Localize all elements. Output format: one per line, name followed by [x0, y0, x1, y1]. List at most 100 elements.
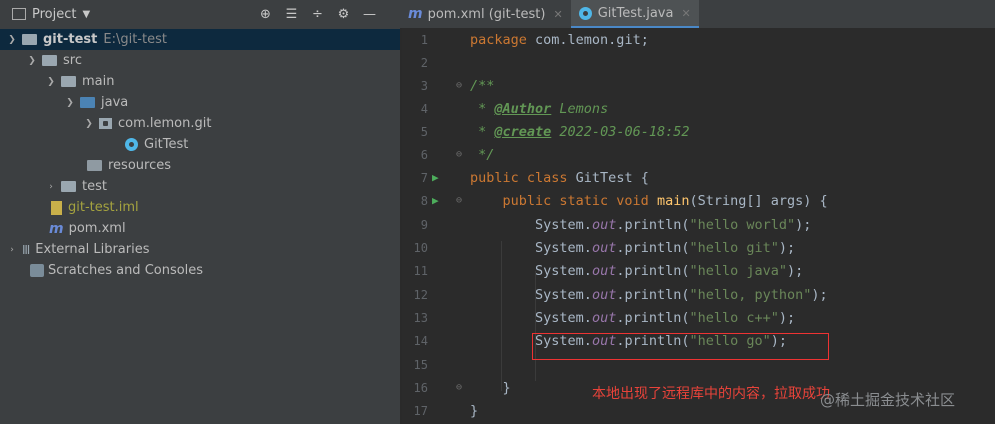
field-ref: out [591, 310, 617, 326]
string-literal: "hello world" [689, 217, 796, 233]
code-text: .println( [616, 263, 690, 279]
doc-comment: * [470, 101, 495, 117]
line-number: 11 [413, 264, 428, 278]
tree-item-label: java [101, 95, 129, 110]
maven-icon: m [408, 6, 423, 22]
line-number: 9 [420, 218, 428, 232]
tree-item-pom[interactable]: m pom.xml [0, 218, 400, 239]
line-number: 12 [413, 288, 428, 302]
field-ref: out [591, 240, 617, 256]
collapse-all-icon[interactable]: ÷ [310, 7, 325, 22]
line-number: 1 [420, 33, 428, 47]
tree-item-path: E:\git-test [103, 32, 167, 47]
java-class-icon [125, 138, 138, 151]
tree-item-package[interactable]: ❯ com.lemon.git [0, 113, 400, 134]
tree-item-label: GitTest [144, 137, 189, 152]
project-title: Project [32, 6, 77, 22]
chevron-down-icon[interactable]: ❯ [83, 119, 95, 129]
chevron-down-icon[interactable]: ❯ [6, 35, 18, 45]
tree-item-label: src [63, 53, 82, 68]
tree-item-src[interactable]: ❯ src [0, 50, 400, 71]
keyword: public class [470, 170, 568, 186]
tree-item-main[interactable]: ❯ main [0, 71, 400, 92]
fold-icon[interactable]: ⊖ [456, 80, 462, 91]
expand-all-icon[interactable]: ☰ [284, 7, 299, 22]
java-class-icon [578, 6, 592, 20]
hide-icon[interactable]: — [362, 7, 377, 22]
code-line: 4 * @Author Lemons [402, 98, 995, 121]
chevron-down-icon[interactable]: ❯ [64, 98, 76, 108]
code-text: ); [795, 217, 812, 233]
code-line: 1 package com.lemon.git; [402, 29, 995, 52]
keyword: public static void [502, 193, 649, 209]
keyword: package [470, 32, 527, 48]
code-editor[interactable]: 1 package com.lemon.git; 2 3 ⊖ /** 4 * @… [402, 28, 995, 424]
tree-item-gittest[interactable]: GitTest [0, 134, 400, 155]
tab-gittest-java[interactable]: GitTest.java ✕ [570, 0, 699, 28]
doc-tag: @create [494, 124, 552, 140]
code-text: com.lemon.git; [526, 32, 649, 48]
fold-icon[interactable]: ⊖ [456, 382, 462, 393]
tree-item-git-test[interactable]: ❯ git-test E:\git-test [0, 29, 400, 50]
tree-item-label: com.lemon.git [118, 116, 212, 131]
code-line: 9 System.out.println("hello world"); [402, 214, 995, 237]
code-text: .println( [616, 287, 690, 303]
line-number: 8 [420, 194, 428, 208]
highlight-box [532, 333, 829, 360]
run-icon[interactable]: ▶ [432, 194, 439, 207]
locate-icon[interactable]: ⊕ [258, 7, 273, 22]
code-line: 6 ⊖ */ [402, 144, 995, 167]
gear-icon[interactable]: ⚙ [336, 7, 351, 22]
tree-item-label: git-test [43, 32, 98, 47]
code-text: ); [811, 287, 828, 303]
tree-item-scratches[interactable]: Scratches and Consoles [0, 260, 400, 281]
tab-label: GitTest.java [597, 5, 674, 21]
code-text: .println( [616, 240, 690, 256]
maven-icon: m [49, 220, 64, 237]
doc-comment: 2022-03-06-18:52 [551, 124, 690, 140]
close-icon[interactable]: ✕ [553, 8, 562, 21]
tab-pom-xml[interactable]: m pom.xml (git-test) ✕ [400, 0, 571, 28]
tree-item-iml[interactable]: git-test.iml [0, 197, 400, 218]
annotation-text: 本地出现了远程库中的内容，拉取成功 [592, 386, 830, 402]
chevron-down-icon[interactable]: ❯ [45, 77, 57, 87]
doc-tag: @Author [494, 101, 552, 117]
chevron-down-icon[interactable]: ❯ [26, 56, 38, 66]
tree-item-test[interactable]: › test [0, 176, 400, 197]
libraries-icon: Ⅲ [22, 242, 30, 257]
top-bar: Project ▼ ⊕ ☰ ÷ ⚙ — m pom.xml (git-test)… [0, 0, 995, 29]
string-literal: "hello, python" [689, 287, 812, 303]
tree-item-resources[interactable]: resources [0, 155, 400, 176]
code-text: System. [535, 287, 592, 303]
code-line: 10 System.out.println("hello git"); [402, 237, 995, 260]
line-number: 14 [413, 334, 428, 348]
close-icon[interactable]: ✕ [681, 7, 690, 20]
fold-icon[interactable]: ⊖ [456, 149, 462, 160]
code-line: 5 * @create 2022-03-06-18:52 [402, 121, 995, 144]
project-tree: ❯ git-test E:\git-test ❯ src ❯ main ❯ ja… [0, 28, 400, 424]
code-line: 7 ▶ public class GitTest { [402, 167, 995, 190]
code-text: ); [778, 310, 796, 326]
tab-label: pom.xml (git-test) [427, 6, 546, 22]
project-icon [12, 8, 26, 20]
field-ref: out [591, 263, 617, 279]
code-text: System. [535, 240, 592, 256]
code-text: .println( [616, 217, 690, 233]
code-text: System. [535, 310, 592, 326]
code-line: 8 ▶ ⊖ public static void main(String[] a… [402, 190, 995, 213]
code-line: 3 ⊖ /** [402, 75, 995, 98]
line-number: 5 [420, 125, 428, 139]
fold-icon[interactable]: ⊖ [456, 195, 462, 206]
chevron-right-icon[interactable]: › [45, 182, 57, 192]
editor-tabs: m pom.xml (git-test) ✕ GitTest.java ✕ [400, 0, 699, 28]
chevron-right-icon[interactable]: › [6, 245, 18, 255]
tree-item-external-libraries[interactable]: › Ⅲ External Libraries [0, 239, 400, 260]
run-icon[interactable]: ▶ [432, 171, 439, 184]
tree-item-label: main [82, 74, 115, 89]
tree-item-java[interactable]: ❯ java [0, 92, 400, 113]
resources-folder-icon [87, 160, 102, 171]
tree-item-label: test [82, 179, 107, 194]
package-icon [99, 118, 112, 129]
chevron-down-icon[interactable]: ▼ [82, 9, 90, 20]
doc-comment: /** [470, 78, 495, 94]
